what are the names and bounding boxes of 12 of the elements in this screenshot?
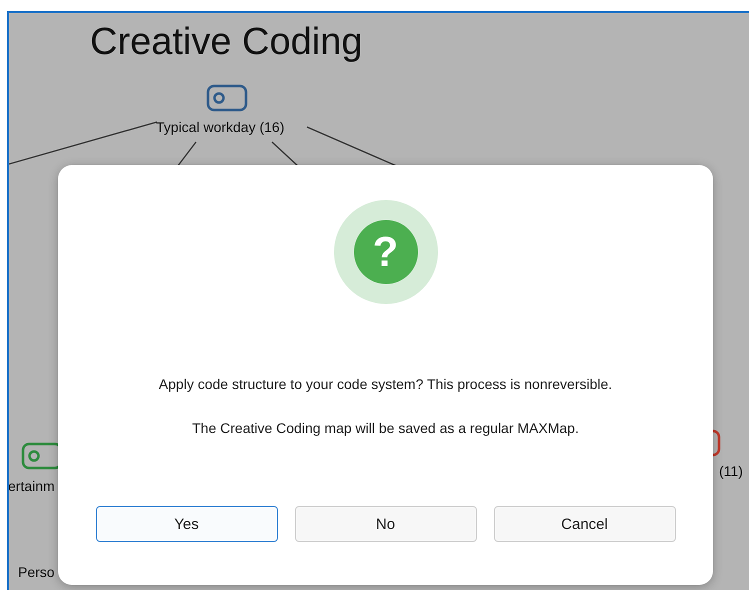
node-label[interactable]: Typical workday (16) bbox=[156, 119, 284, 135]
dialog-message: Apply code structure to your code system? This process is nonreversible. bbox=[158, 376, 612, 392]
dialog-button[interactable]: No bbox=[294, 506, 476, 542]
toggle-icon[interactable] bbox=[206, 84, 248, 112]
node-label[interactable]: Perso bbox=[18, 564, 55, 580]
dialog-button[interactable]: Yes bbox=[96, 506, 278, 542]
dialog-note: The Creative Coding map will be saved as a regular MAXMap. bbox=[192, 420, 579, 436]
node-label[interactable]: (11) bbox=[719, 463, 743, 479]
toggle-icon[interactable] bbox=[21, 442, 58, 470]
question-icon: ? bbox=[334, 200, 438, 304]
map-title: Creative Coding bbox=[90, 21, 362, 64]
dialog-button[interactable]: Cancel bbox=[494, 506, 676, 542]
